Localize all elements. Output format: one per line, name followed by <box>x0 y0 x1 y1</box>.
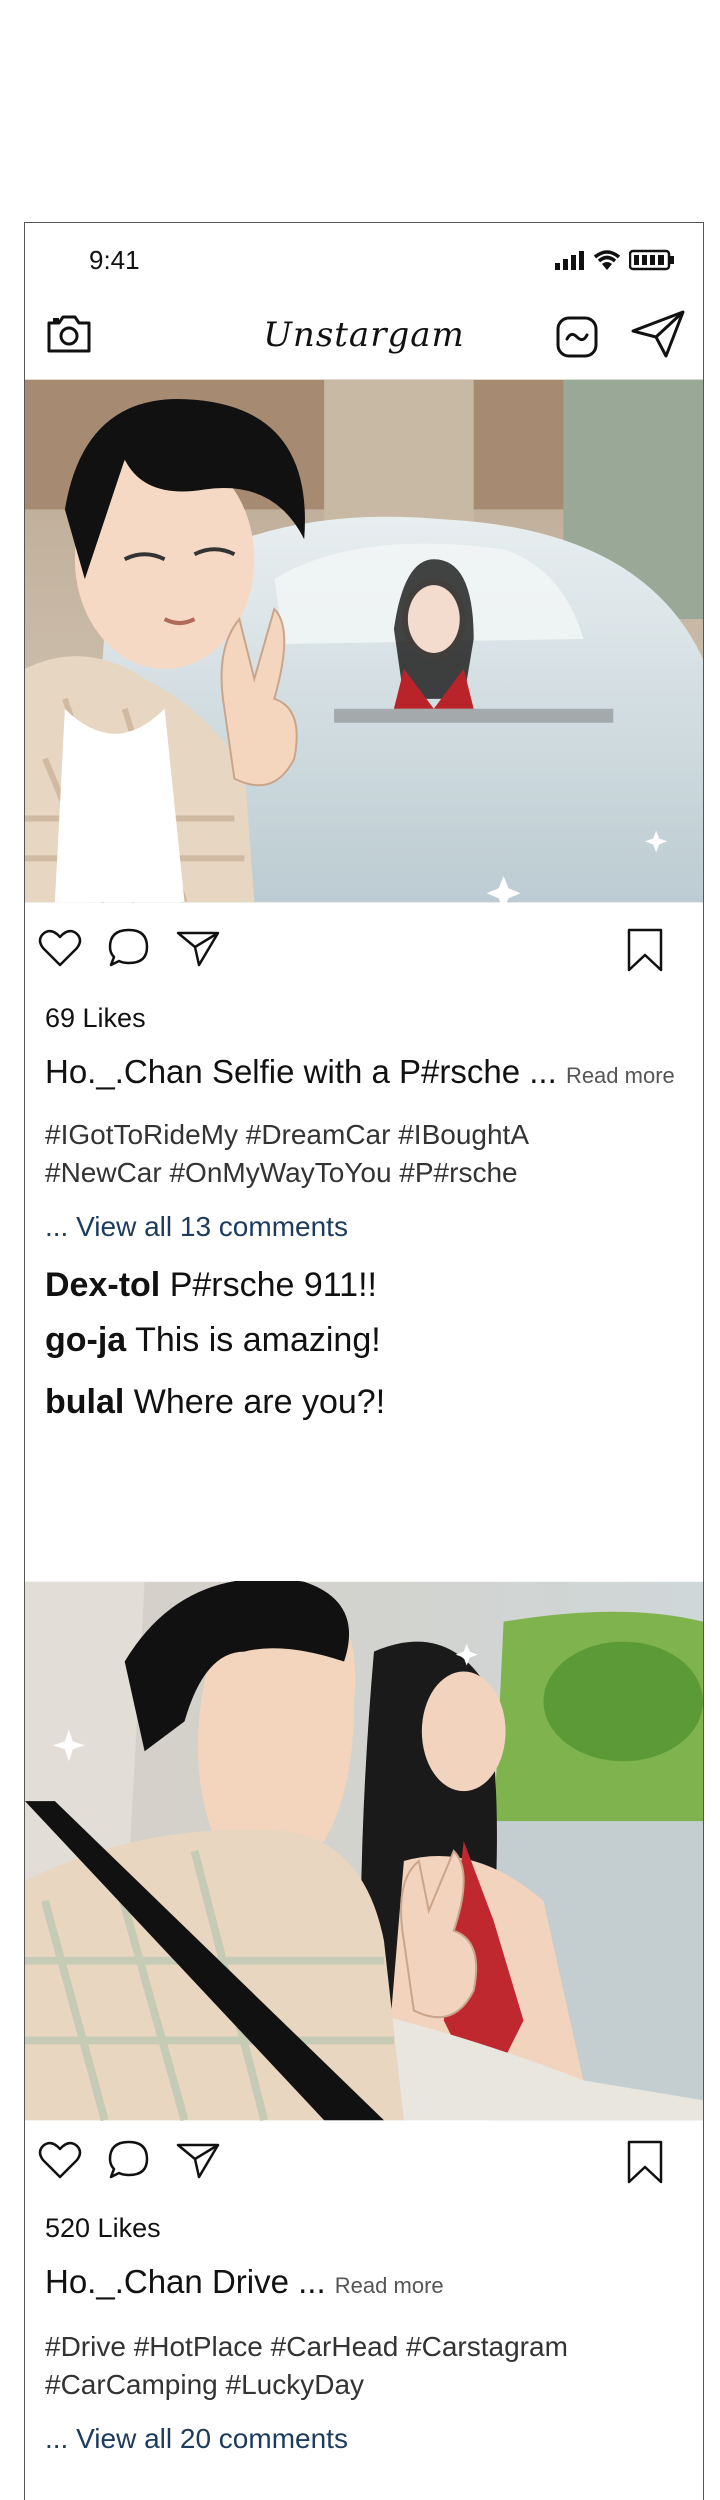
status-time: 9:41 <box>89 245 140 275</box>
caption-text: Selfie with a P#rsche ... <box>211 1053 557 1090</box>
view-all-comments-link[interactable]: ... View all 13 comments <box>45 1211 348 1243</box>
like-count: 69 Likes <box>45 1003 146 1033</box>
hashtags-line[interactable]: #Drive #HotPlace #CarHead #Carstagram <box>45 2328 605 2366</box>
comment-user[interactable]: go-ja <box>45 1321 126 1359</box>
battery-icon <box>629 249 674 271</box>
hashtags-line[interactable]: #CarCamping #LuckyDay <box>45 2366 605 2404</box>
post-actions <box>25 2135 703 2185</box>
wifi-icon <box>593 250 621 270</box>
comment-icon[interactable] <box>107 927 151 969</box>
comment-text: Where are you?! <box>133 1383 386 1421</box>
heart-icon[interactable] <box>37 2139 83 2181</box>
hashtags: #Drive #HotPlace #CarHead #Carstagram #C… <box>45 2328 605 2404</box>
post-username[interactable]: Ho._.Chan <box>45 2263 203 2300</box>
comment-text: P#rsche 911!! <box>169 1266 377 1304</box>
comment-text: This is amazing! <box>135 1321 381 1359</box>
signal-icon <box>555 251 584 270</box>
like-count: 520 Likes <box>45 2213 161 2243</box>
comment: go-ja This is amazing! <box>45 1321 381 1360</box>
hashtags: #IGotToRideMy #DreamCar #IBoughtA #NewCa… <box>45 1116 605 1192</box>
comment: bulal Where are you?! <box>45 1383 385 1422</box>
share-icon[interactable] <box>175 2139 221 2181</box>
status-icons <box>555 249 675 271</box>
post-actions <box>25 923 703 973</box>
hashtags-line[interactable]: #IGotToRideMy #DreamCar #IBoughtA <box>45 1116 605 1154</box>
read-more-link[interactable]: Read more <box>566 1063 675 1088</box>
send-icon[interactable] <box>630 309 686 359</box>
direct-message-icon[interactable] <box>555 315 599 359</box>
comment-icon[interactable] <box>107 2139 151 2181</box>
comment: Dex-tol P#rsche 911!! <box>45 1266 377 1305</box>
share-icon[interactable] <box>175 927 221 969</box>
read-more-link[interactable]: Read more <box>335 2273 444 2298</box>
comment-user[interactable]: Dex-tol <box>45 1266 160 1304</box>
post-caption: Ho._.Chan Selfie with a P#rsche ... Read… <box>45 1053 675 1091</box>
bookmark-icon[interactable] <box>625 2139 665 2185</box>
hashtags-line[interactable]: #NewCar #OnMyWayToYou #P#rsche <box>45 1154 605 1192</box>
view-all-comments-link[interactable]: ... View all 20 comments <box>45 2423 348 2455</box>
heart-icon[interactable] <box>37 927 83 969</box>
app-header: Unstargam <box>25 293 703 379</box>
bookmark-icon[interactable] <box>625 927 665 973</box>
comment-user[interactable]: bulal <box>45 1383 124 1421</box>
post-image[interactable] <box>25 1581 703 2121</box>
post-username[interactable]: Ho._.Chan <box>45 1053 203 1090</box>
phone-frame: 9:41 Unstargam 69 Likes Ho._.Chan Selfie… <box>24 222 704 2500</box>
status-bar: 9:41 <box>25 223 703 293</box>
app-logo: Unstargam <box>263 315 465 355</box>
post-image[interactable] <box>25 379 703 903</box>
post-caption: Ho._.Chan Drive ... Read more <box>45 2263 444 2301</box>
caption-text: Drive ... <box>211 2263 326 2300</box>
